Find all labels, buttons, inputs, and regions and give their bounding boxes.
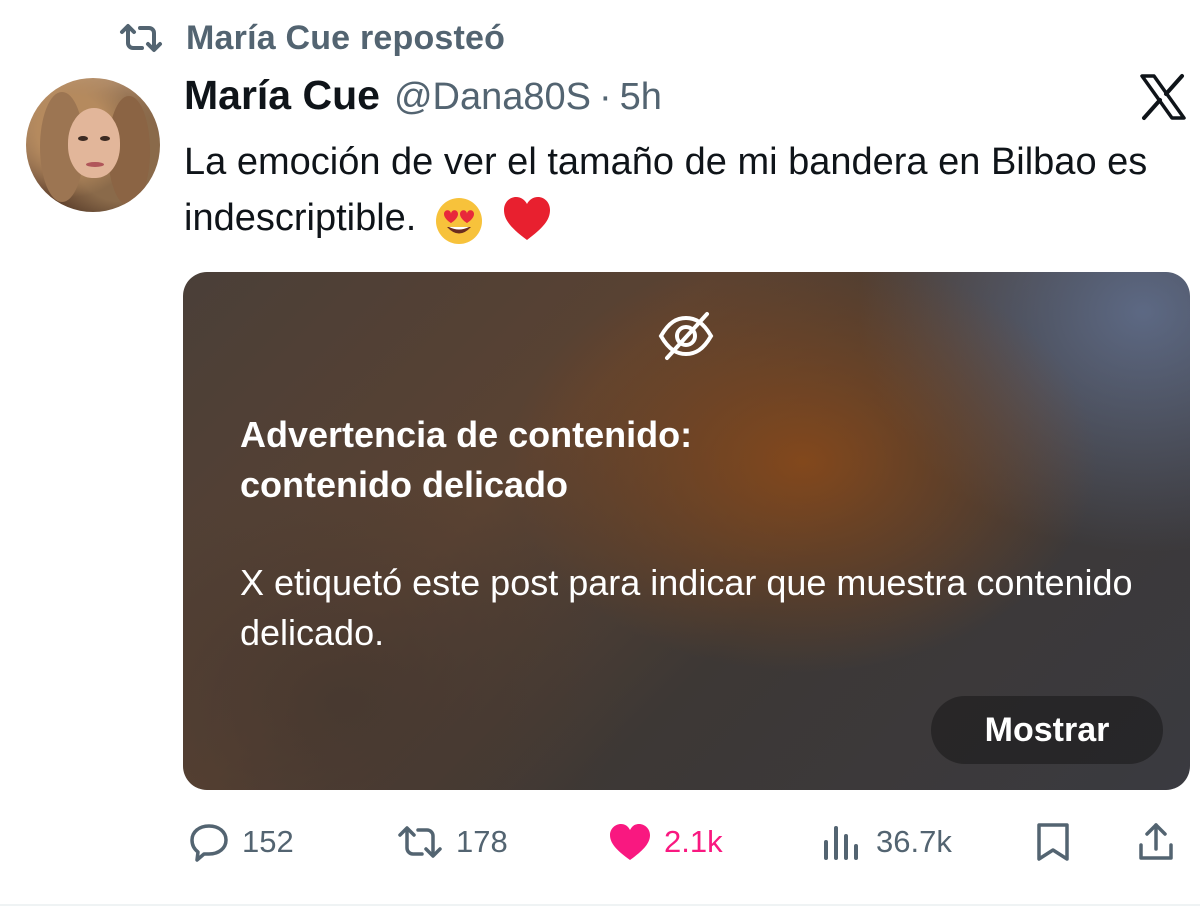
share-icon — [1136, 821, 1176, 863]
views-action[interactable]: 36.7k — [820, 812, 952, 872]
eye-slash-icon — [657, 306, 715, 364]
warning-title: Advertencia de contenido: contenido deli… — [240, 410, 940, 510]
repost-label: María Cue reposteó — [186, 18, 506, 57]
tweet-text: La emoción de ver el tamaño de mi bander… — [184, 134, 1174, 246]
action-bar: 152 178 2.1k 36.7k — [184, 812, 1194, 872]
heart-eyes-emoji-icon — [433, 194, 485, 246]
avatar[interactable] — [26, 78, 160, 212]
tweet-header: María Cue @Dana80S · 5h — [184, 72, 662, 128]
warning-title-line1: Advertencia de contenido: — [240, 414, 693, 455]
bookmark-icon — [1034, 821, 1072, 863]
like-action[interactable]: 2.1k — [608, 812, 723, 872]
reply-icon — [188, 821, 230, 863]
views-count: 36.7k — [876, 824, 952, 859]
x-logo-icon — [1138, 72, 1188, 122]
red-heart-emoji-icon — [501, 194, 553, 246]
author-name[interactable]: María Cue — [184, 72, 380, 119]
sensitive-media-card[interactable]: Advertencia de contenido: contenido deli… — [183, 272, 1190, 790]
tweet-body: La emoción de ver el tamaño de mi bander… — [184, 141, 1148, 239]
author-handle[interactable]: @Dana80S — [394, 76, 591, 119]
divider — [0, 904, 1200, 906]
reply-action[interactable]: 152 — [188, 812, 294, 872]
warning-body: X etiquetó este post para indicar que mu… — [240, 562, 1133, 653]
post-time[interactable]: 5h — [620, 76, 662, 119]
repost-icon — [396, 825, 444, 859]
like-count: 2.1k — [664, 824, 723, 859]
separator-dot: · — [599, 76, 612, 118]
repost-icon — [118, 23, 164, 53]
analytics-icon — [820, 822, 864, 862]
reply-count: 152 — [242, 824, 294, 859]
repost-row[interactable]: María Cue reposteó — [118, 14, 505, 62]
repost-count: 178 — [456, 824, 508, 859]
heart-icon — [608, 822, 652, 862]
warning-title-line2: contenido delicado — [240, 464, 569, 505]
share-action[interactable] — [1136, 812, 1176, 872]
bookmark-action[interactable] — [1034, 812, 1072, 872]
repost-action[interactable]: 178 — [396, 812, 508, 872]
show-button[interactable]: Mostrar — [931, 696, 1163, 764]
